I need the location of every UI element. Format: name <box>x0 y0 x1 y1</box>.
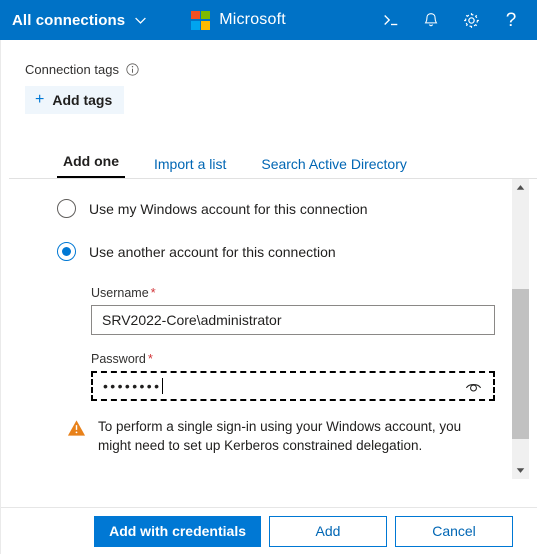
help-icon[interactable]: ? <box>491 0 531 40</box>
password-field-group: Password * •••••••• <box>91 351 495 401</box>
microsoft-brand: Microsoft <box>191 10 286 30</box>
connection-tags-label: Connection tags <box>25 62 119 77</box>
help-glyph: ? <box>505 9 517 31</box>
microsoft-wordmark: Microsoft <box>219 11 286 28</box>
username-value: SRV2022-Core\administrator <box>102 312 282 328</box>
cancel-button[interactable]: Cancel <box>395 515 513 547</box>
add-with-credentials-button[interactable]: Add with credentials <box>94 515 261 547</box>
plus-icon: + <box>35 91 45 108</box>
gear-icon[interactable] <box>451 0 491 40</box>
username-label: Username * <box>91 285 495 300</box>
add-button[interactable]: Add <box>269 515 387 547</box>
password-input[interactable]: •••••••• <box>91 371 495 401</box>
tab-bar: Add one Import a list Search Active Dire… <box>1 152 537 179</box>
kerberos-warning: To perform a single sign-in using your W… <box>67 417 493 455</box>
connection-tags-label-row: Connection tags <box>25 62 537 77</box>
radio-label-another-account: Use another account for this connection <box>89 243 336 260</box>
add-tags-label: Add tags <box>52 92 113 108</box>
radio-button-unchecked[interactable] <box>57 199 76 218</box>
eye-icon[interactable] <box>463 376 483 396</box>
dialog-footer: Add with credentials Add Cancel <box>1 507 537 554</box>
radio-use-windows-account[interactable]: Use my Windows account for this connecti… <box>57 199 537 218</box>
password-label-text: Password <box>91 352 146 366</box>
password-required-mark: * <box>147 351 153 366</box>
radio-label-windows-account: Use my Windows account for this connecti… <box>89 200 368 217</box>
tab-import-a-list[interactable]: Import a list <box>148 155 232 179</box>
warning-triangle-icon <box>67 419 86 440</box>
tab-search-active-directory[interactable]: Search Active Directory <box>255 155 413 179</box>
text-caret <box>162 378 164 394</box>
tab-add-one[interactable]: Add one <box>57 152 125 179</box>
info-icon[interactable] <box>126 63 139 76</box>
add-tags-button[interactable]: + Add tags <box>25 86 125 114</box>
kerberos-warning-text: To perform a single sign-in using your W… <box>98 419 462 453</box>
username-input[interactable]: SRV2022-Core\administrator <box>91 305 495 335</box>
form-scroll-area: Use my Windows account for this connecti… <box>1 179 537 479</box>
radio-use-another-account[interactable]: Use another account for this connection <box>57 242 537 261</box>
username-field-group: Username * SRV2022-Core\administrator <box>91 285 495 335</box>
form-content: Use my Windows account for this connecti… <box>1 179 537 455</box>
top-bar-actions: ? <box>371 0 531 40</box>
top-navigation-bar: All connections Microsoft ? <box>0 0 537 40</box>
form-scrollbar[interactable] <box>512 179 529 479</box>
all-connections-label: All connections <box>12 11 126 29</box>
radio-button-checked[interactable] <box>57 242 76 261</box>
add-connection-panel: Connection tags + Add tags Add one Impor… <box>0 40 537 554</box>
connection-tags-section: Connection tags + Add tags <box>1 40 537 114</box>
all-connections-dropdown[interactable]: All connections <box>12 12 147 29</box>
bell-icon[interactable] <box>411 0 451 40</box>
chevron-down-icon <box>134 14 147 27</box>
terminal-icon[interactable] <box>371 0 411 40</box>
scroll-up-arrow-icon[interactable] <box>512 179 529 196</box>
password-label: Password * <box>91 351 495 366</box>
scroll-down-arrow-icon[interactable] <box>512 462 529 479</box>
scrollbar-thumb[interactable] <box>512 289 529 439</box>
username-label-text: Username <box>91 286 149 300</box>
microsoft-logo-icon <box>191 10 211 30</box>
username-required-mark: * <box>150 285 156 300</box>
password-value: •••••••• <box>103 378 162 394</box>
